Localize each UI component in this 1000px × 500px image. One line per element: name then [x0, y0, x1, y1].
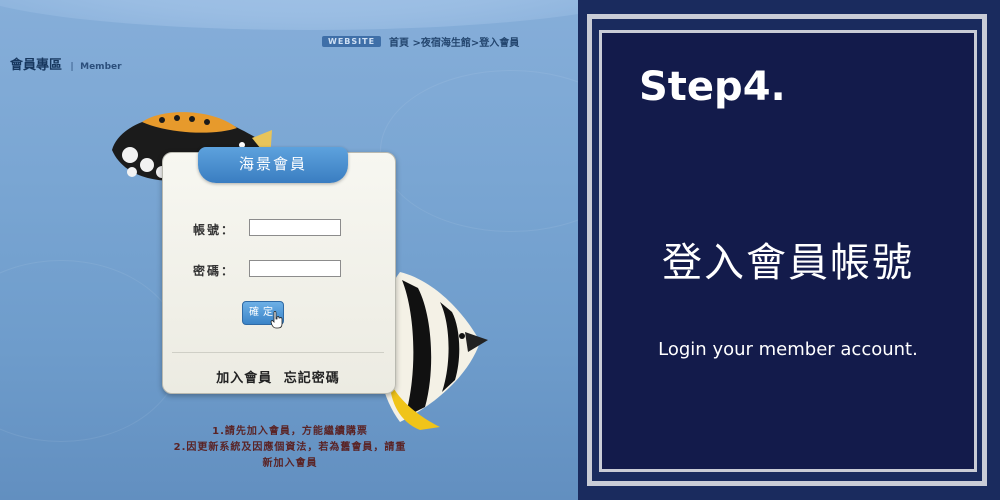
account-input[interactable] [249, 219, 341, 236]
instruction-title: 登入會員帳號 [662, 240, 914, 286]
website-screenshot: WEBSITE 首頁 >夜宿海生館>登入會員 會員專區 | Member 海景會… [0, 0, 578, 500]
password-input[interactable] [249, 260, 341, 277]
card-divider [172, 352, 384, 353]
notice-line-3: 新加入會員 [262, 458, 318, 469]
account-label: 帳號： [193, 223, 236, 237]
hand-cursor-icon [270, 311, 283, 329]
password-label: 密碼： [193, 264, 236, 278]
water-caustic-decoration [380, 70, 578, 232]
login-card-title: 海景會員 [198, 147, 348, 183]
website-badge[interactable]: WEBSITE [322, 36, 382, 47]
section-title: 會員專區 | Member [10, 54, 122, 73]
breadcrumb: WEBSITE 首頁 >夜宿海生館>登入會員 [322, 34, 519, 49]
instruction-panel: Step4. 登入會員帳號 Login your member account. [578, 0, 1000, 500]
section-title-separator: | [70, 62, 74, 72]
header-wave-decoration [0, 0, 578, 30]
breadcrumb-path[interactable]: 首頁 >夜宿海生館>登入會員 [389, 34, 519, 49]
section-title-text: 會員專區 [10, 58, 63, 73]
notice-line-1: 1.請先加入會員，方能繼續購票 [212, 426, 368, 437]
instruction-subtitle: Login your member account. [658, 339, 918, 360]
join-member-link[interactable]: 加入會員 [216, 371, 272, 386]
notice-line-2: 2.因更新系統及因應個資法，若為舊會員，請重 [173, 442, 407, 453]
water-caustic-decoration [0, 260, 182, 442]
card-links: 加入會員 忘記密碼 [162, 367, 394, 386]
forgot-password-link[interactable]: 忘記密碼 [284, 371, 340, 386]
section-title-english: Member [80, 62, 122, 72]
notice-text: 1.請先加入會員，方能繼續購票 2.因更新系統及因應個資法，若為舊會員，請重 新… [110, 424, 470, 472]
step-number: Step4. [639, 64, 786, 110]
